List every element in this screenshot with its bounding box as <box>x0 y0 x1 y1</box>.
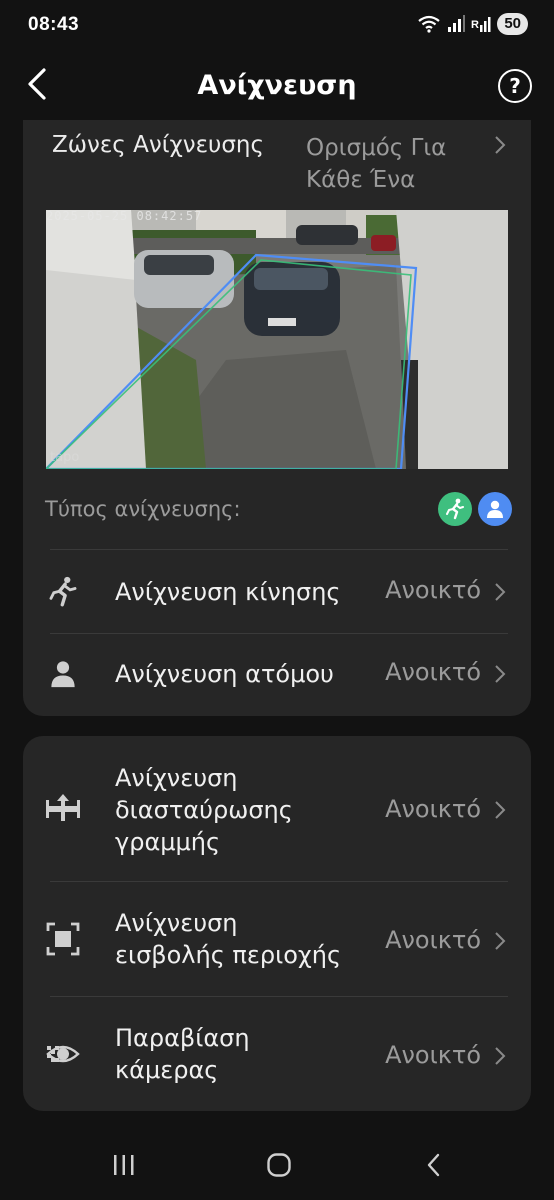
chevron-right-icon <box>495 583 506 601</box>
motion-detection-value: Ανοικτό <box>385 576 481 604</box>
camera-preview[interactable]: 2025-05-25 08:42:57 tapo <box>46 210 508 469</box>
camera-timestamp: 2025-05-25 08:42:57 <box>46 210 203 223</box>
area-intrusion-icon <box>45 921 81 957</box>
person-detection-value: Ανοικτό <box>385 658 481 686</box>
area-intrusion-label: Ανίχνευση εισβολής περιοχής <box>115 907 341 971</box>
recent-apps-button[interactable] <box>104 1150 144 1180</box>
area-intrusion-row[interactable]: Ανίχνευση εισβολής περιοχής Ανοικτό <box>23 882 531 996</box>
person-type-icon <box>478 492 512 526</box>
zones-value-line2: Κάθε Ένα <box>306 167 416 193</box>
page-title: Ανίχνευση <box>197 70 357 101</box>
label-line: Παραβίαση <box>115 1024 250 1052</box>
system-nav-bar <box>0 1130 554 1200</box>
wifi-icon <box>418 15 440 33</box>
camera-snapshot <box>46 210 508 469</box>
status-time: 08:43 <box>28 14 80 35</box>
zones-label: Ζώνες Ανίχνευσης <box>52 132 264 158</box>
camera-watermark: tapo <box>50 450 80 465</box>
person-detection-row[interactable]: Ανίχνευση ατόμου Ανοικτό <box>23 634 531 716</box>
nav-back-button[interactable] <box>414 1150 454 1180</box>
chevron-right-icon <box>495 136 506 154</box>
status-icons: R 50 <box>417 13 528 35</box>
camera-tamper-icon <box>45 1036 81 1072</box>
help-button[interactable]: ? <box>498 69 532 103</box>
zones-value: Ορισμός Για Κάθε Ένα <box>306 132 476 196</box>
label-line: διασταύρωσης <box>115 796 293 824</box>
motion-detection-row[interactable]: Ανίχνευση κίνησης Ανοικτό <box>23 551 531 633</box>
label-line: εισβολής περιοχής <box>115 941 342 969</box>
back-icon <box>427 1153 440 1177</box>
area-intrusion-value: Ανοικτό <box>385 926 481 954</box>
line-crossing-label: Ανίχνευση διασταύρωσης γραμμής <box>115 762 293 858</box>
help-icon: ? <box>509 74 521 98</box>
camera-tamper-row[interactable]: Παραβίαση κάμερας Ανοικτό <box>23 997 531 1111</box>
label-line: γραμμής <box>115 828 221 856</box>
motion-type-icon <box>438 492 472 526</box>
camera-tamper-label: Παραβίαση κάμερας <box>115 1022 250 1086</box>
status-bar: 08:43 R 50 <box>0 0 554 50</box>
divider <box>50 549 508 550</box>
person-icon <box>45 656 81 692</box>
signal-icon <box>448 15 466 32</box>
label-line: Ανίχνευση <box>115 909 238 937</box>
camera-tamper-value: Ανοικτό <box>385 1041 481 1069</box>
chevron-right-icon <box>495 801 506 819</box>
zones-value-line1: Ορισμός Για <box>306 135 447 161</box>
detection-type-label: Τύπος ανίχνευσης: <box>45 497 241 521</box>
svg-text:R: R <box>471 19 479 31</box>
line-crossing-value: Ανοικτό <box>385 795 481 823</box>
label-line: κάμερας <box>115 1056 219 1084</box>
app-bar: Ανίχνευση ? <box>0 52 554 116</box>
home-icon <box>267 1153 291 1177</box>
chevron-right-icon <box>495 665 506 683</box>
label-line: Ανίχνευση <box>115 764 238 792</box>
person-detection-label: Ανίχνευση ατόμου <box>115 660 334 688</box>
running-person-icon <box>45 574 81 610</box>
chevron-right-icon <box>495 932 506 950</box>
chevron-right-icon <box>495 1047 506 1065</box>
home-button[interactable] <box>259 1150 299 1180</box>
line-crossing-icon <box>45 791 81 827</box>
motion-detection-label: Ανίχνευση κίνησης <box>115 578 341 606</box>
smart-detection-card: Ανίχνευση διασταύρωσης γραμμής Ανοικτό Α… <box>23 736 531 1111</box>
recent-apps-icon <box>114 1155 134 1175</box>
detection-card: Ζώνες Ανίχνευσης Ορισμός Για Κάθε Ένα 20… <box>23 120 531 716</box>
battery-indicator: 50 <box>497 13 528 35</box>
line-crossing-row[interactable]: Ανίχνευση διασταύρωσης γραμμής Ανοικτό <box>23 736 531 881</box>
detection-type-icons <box>438 492 512 526</box>
signal-r-icon: R <box>471 17 491 32</box>
